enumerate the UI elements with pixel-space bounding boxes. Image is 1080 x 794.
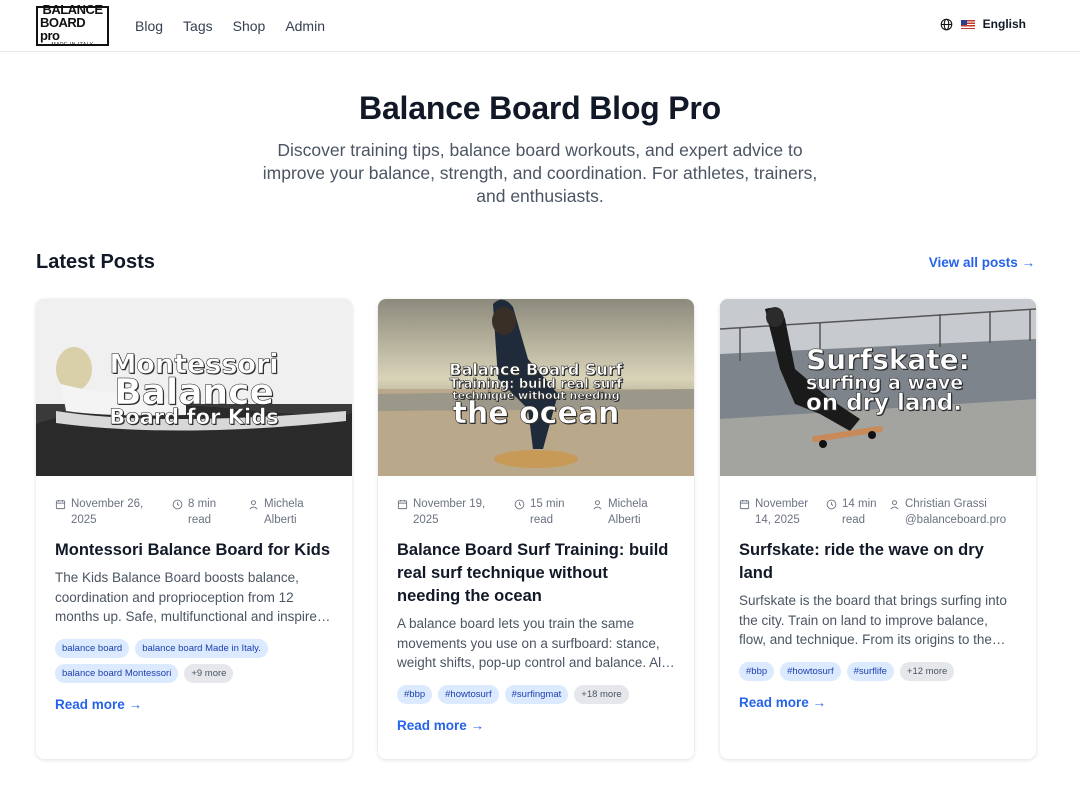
- post-meta: November 19, 2025 15 min read Michela Al…: [397, 496, 675, 528]
- top-navbar: BALANCE BOARD pro MADE IN ITALY Blog Tag…: [0, 0, 1080, 52]
- page-title: Balance Board Blog Pro: [359, 90, 721, 126]
- clock-icon: [172, 499, 183, 510]
- hero: Balance Board Blog Pro Discover training…: [0, 52, 1080, 208]
- post-thumbnail[interactable]: Balance Board Surf Training: build real …: [378, 299, 694, 476]
- us-flag-icon: [960, 19, 975, 29]
- post-meta: November 14, 2025 14 min read Christian …: [739, 496, 1017, 528]
- clock-icon: [514, 499, 525, 510]
- main-nav: Blog Tags Shop Admin: [135, 18, 345, 34]
- post-title[interactable]: Surfskate: ride the wave on dry land: [739, 539, 1017, 585]
- post-read-time: 15 min read: [530, 498, 565, 526]
- post-excerpt: Surfskate is the board that brings surfi…: [739, 593, 1007, 648]
- read-more-link[interactable]: Read more →: [55, 697, 142, 712]
- user-icon: [593, 500, 602, 510]
- user-icon: [249, 500, 258, 510]
- site-logo[interactable]: BALANCE BOARD pro MADE IN ITALY: [36, 3, 109, 48]
- thumbnail-caption-3: on dry land.: [806, 390, 962, 416]
- post-date: November 26, 2025: [71, 498, 144, 526]
- post-tags: #bbp #howtosurf #surfingmat +18 more: [397, 685, 675, 705]
- tag-chip[interactable]: balance board Made in Italy.: [135, 639, 268, 659]
- logo-text-line2: BOARD pro: [40, 15, 86, 43]
- nav-tags[interactable]: Tags: [183, 18, 213, 34]
- more-tags-chip[interactable]: +18 more: [574, 685, 629, 705]
- tag-chip[interactable]: #surfingmat: [504, 685, 569, 705]
- post-thumbnail[interactable]: Montessori Balance Board for Kids: [36, 299, 352, 476]
- nav-blog[interactable]: Blog: [135, 18, 163, 34]
- tag-chip[interactable]: #surflife: [846, 662, 894, 682]
- nav-shop[interactable]: Shop: [233, 18, 266, 34]
- post-date: November 19, 2025: [413, 498, 486, 526]
- language-label: English: [982, 17, 1026, 31]
- logo-text-line3: MADE IN ITALY: [51, 42, 94, 48]
- post-author: Michela Alberti: [608, 498, 648, 526]
- post-meta: November 26, 2025 8 min read Michela Alb…: [55, 496, 333, 528]
- post-card[interactable]: Montessori Balance Board for Kids Novemb…: [36, 299, 352, 759]
- post-tags: #bbp #howtosurf #surflife +12 more: [739, 662, 1017, 682]
- thumbnail-caption-1: Surfskate:: [806, 343, 970, 376]
- post-excerpt: A balance board lets you train the same …: [397, 616, 665, 671]
- thumbnail-caption-3: Board for Kids: [109, 405, 279, 429]
- calendar-icon: [397, 499, 408, 510]
- post-date: November 14, 2025: [755, 498, 809, 526]
- tag-chip[interactable]: #bbp: [739, 662, 775, 682]
- globe-icon: [940, 18, 952, 30]
- latest-posts-header: Latest Posts View all posts →: [0, 251, 1080, 274]
- more-tags-chip[interactable]: +12 more: [899, 662, 955, 682]
- post-thumbnail[interactable]: Surfskate: surfing a wave on dry land.: [720, 299, 1036, 476]
- post-read-time: 14 min read: [842, 498, 877, 526]
- thumbnail-caption-4: the ocean: [452, 396, 620, 431]
- thumbnail-caption-1: Balance Board Surf: [449, 360, 623, 379]
- tag-chip[interactable]: #howtosurf: [438, 685, 499, 705]
- clock-icon: [826, 499, 837, 510]
- view-all-posts-link[interactable]: View all posts →: [929, 255, 1035, 270]
- calendar-icon: [55, 499, 66, 510]
- post-author: Michela Alberti: [264, 498, 304, 526]
- language-selector[interactable]: English: [940, 17, 1026, 31]
- more-tags-chip[interactable]: +9 more: [184, 664, 234, 684]
- read-more-link[interactable]: Read more →: [397, 718, 484, 733]
- read-more-link[interactable]: Read more →: [739, 695, 826, 710]
- calendar-icon: [739, 499, 750, 510]
- post-author: Christian Grassi @balanceboard.pro: [905, 498, 1007, 526]
- section-title: Latest Posts: [36, 251, 155, 273]
- post-read-time: 8 min read: [188, 498, 217, 526]
- nav-admin[interactable]: Admin: [285, 18, 325, 34]
- page-subtitle: Discover training tips, balance board wo…: [262, 140, 818, 206]
- post-card[interactable]: Surfskate: surfing a wave on dry land. N…: [720, 299, 1036, 759]
- post-title[interactable]: Montessori Balance Board for Kids: [55, 539, 333, 562]
- post-excerpt: The Kids Balance Board boosts balance, c…: [55, 570, 325, 625]
- tag-chip[interactable]: balance board Montessori: [55, 664, 179, 684]
- tag-chip[interactable]: balance board: [55, 639, 130, 659]
- tag-chip[interactable]: #bbp: [397, 685, 433, 705]
- post-title[interactable]: Balance Board Surf Training: build real …: [397, 539, 675, 608]
- tag-chip[interactable]: #howtosurf: [780, 662, 841, 682]
- post-tags: balance board balance board Made in Ital…: [55, 639, 333, 684]
- user-icon: [890, 500, 899, 510]
- post-card[interactable]: Balance Board Surf Training: build real …: [378, 299, 694, 759]
